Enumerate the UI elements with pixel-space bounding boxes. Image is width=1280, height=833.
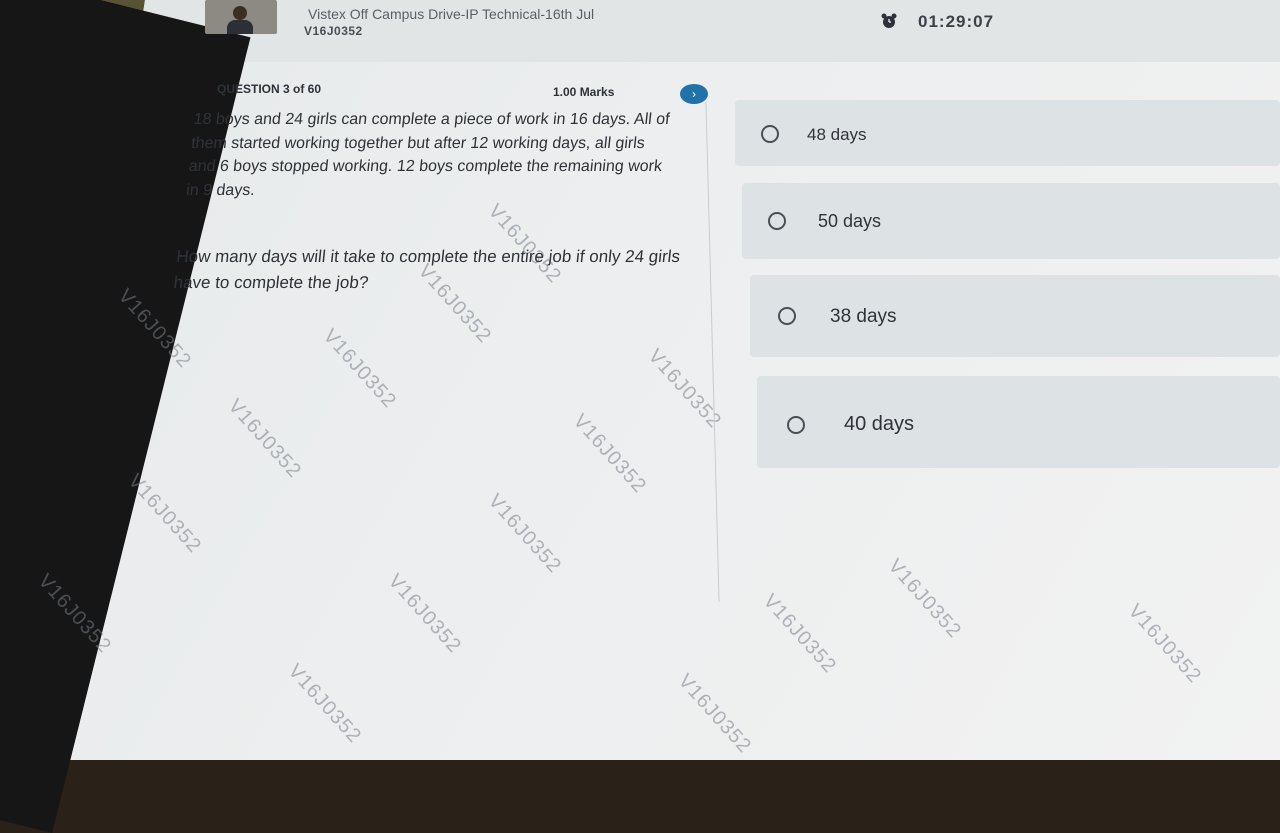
option-c[interactable]: 38 days: [750, 275, 1280, 357]
question-marks: 1.00 Marks: [553, 85, 615, 99]
option-label: 40 days: [844, 413, 915, 435]
chevron-right-icon: ›: [692, 87, 696, 101]
radio-button[interactable]: [768, 212, 786, 230]
radio-button[interactable]: [787, 416, 805, 434]
alarm-clock-icon: [881, 13, 897, 28]
radio-button[interactable]: [778, 307, 796, 325]
question-prompt: How many days will it take to complete t…: [172, 247, 682, 292]
question-number: QUESTION 3 of 60: [217, 82, 322, 96]
option-b[interactable]: 50 days: [742, 183, 1280, 259]
drive-title: Vistex Off Campus Drive-IP Technical-16t…: [308, 6, 595, 22]
radio-button[interactable]: [761, 125, 779, 143]
option-a[interactable]: 48 days: [735, 100, 1280, 166]
candidate-avatar: [205, 0, 277, 34]
next-question-button[interactable]: ›: [680, 84, 708, 104]
option-d[interactable]: 40 days: [757, 376, 1280, 468]
avatar-body: [227, 20, 253, 34]
countdown-timer: 01:29:07: [918, 12, 995, 31]
option-label: 48 days: [807, 125, 867, 144]
candidate-id: V16J0352: [304, 24, 363, 38]
question-text: 18 boys and 24 girls can complete a piec…: [185, 111, 671, 199]
avatar-head: [233, 6, 247, 20]
option-label: 50 days: [818, 211, 882, 231]
option-label: 38 days: [830, 306, 897, 327]
